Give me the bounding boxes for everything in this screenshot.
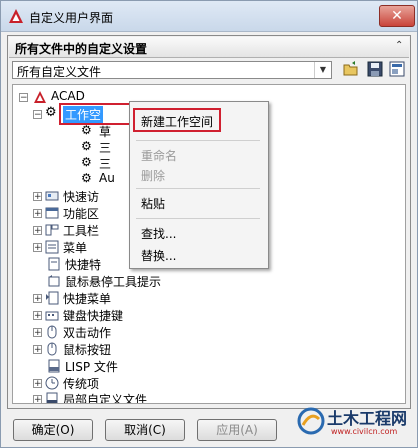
title-bar[interactable]: 自定义用户界面 ✕ xyxy=(1,1,417,32)
cui-file-icon xyxy=(46,392,58,403)
tree-label: 鼠标按钮 xyxy=(63,343,112,357)
customize-ui-window: 自定义用户界面 ✕ 所有文件中的自定义设置 ⌃ 所有自定义文件 ▼ − ACAD… xyxy=(0,0,418,448)
mouse-icon xyxy=(47,325,57,339)
highlight-box-new-workspace xyxy=(133,108,221,132)
tree-label: 草 xyxy=(99,125,112,139)
gear-icon: ⚙ xyxy=(81,155,92,169)
tree-label: LISP 文件 xyxy=(65,360,118,374)
tree-label: Au xyxy=(99,171,115,185)
menu-item-paste[interactable]: 粘贴 xyxy=(131,192,265,212)
window-title: 自定义用户界面 xyxy=(29,11,114,25)
expand-toggle-icon[interactable]: + xyxy=(33,395,42,403)
tree-node-keyboard-shortcuts[interactable]: + 键盘快捷键 xyxy=(33,307,153,323)
properties-icon[interactable] xyxy=(388,60,406,78)
cancel-button[interactable]: 取消(C) xyxy=(105,419,185,441)
quick-properties-icon xyxy=(48,257,60,271)
expand-toggle-icon[interactable]: + xyxy=(33,209,42,219)
tree-node-double-click-actions[interactable]: + 双击动作 xyxy=(33,324,153,340)
watermark-url: www.civilcn.com xyxy=(331,427,398,436)
menu-item-label: 粘贴 xyxy=(141,197,166,211)
tree-label: 三 xyxy=(99,141,112,155)
lisp-file-icon xyxy=(48,359,60,373)
close-icon: ✕ xyxy=(391,8,403,24)
gear-icon: ⚙ xyxy=(81,139,92,153)
combo-value: 所有自定义文件 xyxy=(17,65,102,79)
tree-label: 快捷菜单 xyxy=(63,292,112,306)
tree-label: 快速访 xyxy=(63,190,100,204)
app-icon xyxy=(9,9,23,23)
keyboard-icon xyxy=(45,311,59,321)
tree-node-legacy[interactable]: + 传统项 xyxy=(33,375,153,391)
expand-toggle-icon[interactable]: + xyxy=(33,311,42,321)
open-file-icon[interactable] xyxy=(342,60,360,78)
menu-icon xyxy=(45,240,59,254)
tree-label: ACAD xyxy=(51,89,85,103)
ok-button[interactable]: 确定(O) xyxy=(13,419,93,441)
ribbon-icon xyxy=(45,207,59,219)
tooltip-icon xyxy=(48,275,60,287)
tree-label: 双击动作 xyxy=(63,326,112,340)
menu-separator xyxy=(136,140,260,141)
gear-icon: ⚙ xyxy=(81,171,92,185)
menu-item-label: 删除 xyxy=(141,169,166,183)
collapse-icon[interactable]: ⌃ xyxy=(395,40,403,51)
expand-toggle-icon[interactable]: + xyxy=(33,294,42,304)
menu-item-rename[interactable]: 重命名 xyxy=(131,144,265,164)
menu-item-label: 重命名 xyxy=(141,149,178,163)
tree-label: 菜单 xyxy=(63,241,88,255)
section-title: 所有文件中的自定义设置 xyxy=(15,42,148,56)
tree-node-rollover-tooltips[interactable]: 鼠标悬停工具提示 xyxy=(47,273,207,289)
watermark: 土木工程网 www.civilcn.com xyxy=(297,403,415,443)
gear-icon: ⚙ xyxy=(45,105,57,120)
tree-node-partial-customization-files[interactable]: + 局部自定义文件 xyxy=(33,391,183,404)
menu-separator xyxy=(136,218,260,219)
menu-item-delete[interactable]: 删除 xyxy=(131,164,265,184)
acad-icon xyxy=(34,91,46,103)
watermark-logo-icon xyxy=(297,407,325,435)
tree-label: 快捷特 xyxy=(65,258,102,272)
toolbars-icon xyxy=(45,224,59,236)
expand-toggle-icon[interactable]: + xyxy=(33,328,42,338)
shortcut-menu-icon xyxy=(46,291,59,305)
expand-toggle-icon[interactable]: + xyxy=(33,243,42,253)
section-header[interactable]: 所有文件中的自定义设置 ⌃ xyxy=(9,37,409,58)
expand-toggle-icon[interactable]: + xyxy=(33,192,42,202)
menu-item-label: 查找... xyxy=(141,227,177,241)
expand-toggle-icon[interactable]: + xyxy=(33,226,42,236)
tree-label: 三 xyxy=(99,157,112,171)
mouse-icon xyxy=(47,342,57,356)
tree-label: 鼠标悬停工具提示 xyxy=(65,275,162,289)
apply-button[interactable]: 应用(A) xyxy=(197,419,277,441)
legacy-clock-icon xyxy=(45,376,59,390)
menu-item-replace[interactable]: 替换... xyxy=(131,244,265,264)
collapse-toggle-icon[interactable]: − xyxy=(19,93,28,103)
customization-file-select[interactable]: 所有自定义文件 ▼ xyxy=(12,61,332,79)
gear-icon: ⚙ xyxy=(81,123,92,137)
menu-item-find[interactable]: 查找... xyxy=(131,222,265,242)
toolbar-icon xyxy=(45,191,59,201)
tree-label: 传统项 xyxy=(63,377,100,391)
save-icon[interactable] xyxy=(366,60,384,78)
menu-item-label: 替换... xyxy=(141,249,177,263)
close-button[interactable]: ✕ xyxy=(379,5,415,27)
tree-node-mouse-buttons[interactable]: + 鼠标按钮 xyxy=(33,341,153,357)
menu-separator xyxy=(136,188,260,189)
expand-toggle-icon[interactable]: + xyxy=(33,379,42,389)
watermark-brand: 土木工程网 xyxy=(327,409,408,428)
context-menu: 新建工作空间 重命名 删除 粘贴 查找... 替换... xyxy=(129,101,269,269)
tree-label: 局部自定义文件 xyxy=(63,393,148,404)
expand-toggle-icon[interactable]: + xyxy=(33,345,42,355)
collapse-toggle-icon[interactable]: − xyxy=(33,110,42,120)
tree-label: 工具栏 xyxy=(63,224,100,238)
tree-node-lisp-files[interactable]: LISP 文件 xyxy=(47,358,157,374)
tree-label: 功能区 xyxy=(63,207,100,221)
chevron-down-icon[interactable]: ▼ xyxy=(314,62,331,78)
tree-label: 键盘快捷键 xyxy=(63,309,124,323)
highlight-box-workspaces xyxy=(59,103,133,125)
tree-node-shortcut-menus[interactable]: + 快捷菜单 xyxy=(33,290,153,306)
